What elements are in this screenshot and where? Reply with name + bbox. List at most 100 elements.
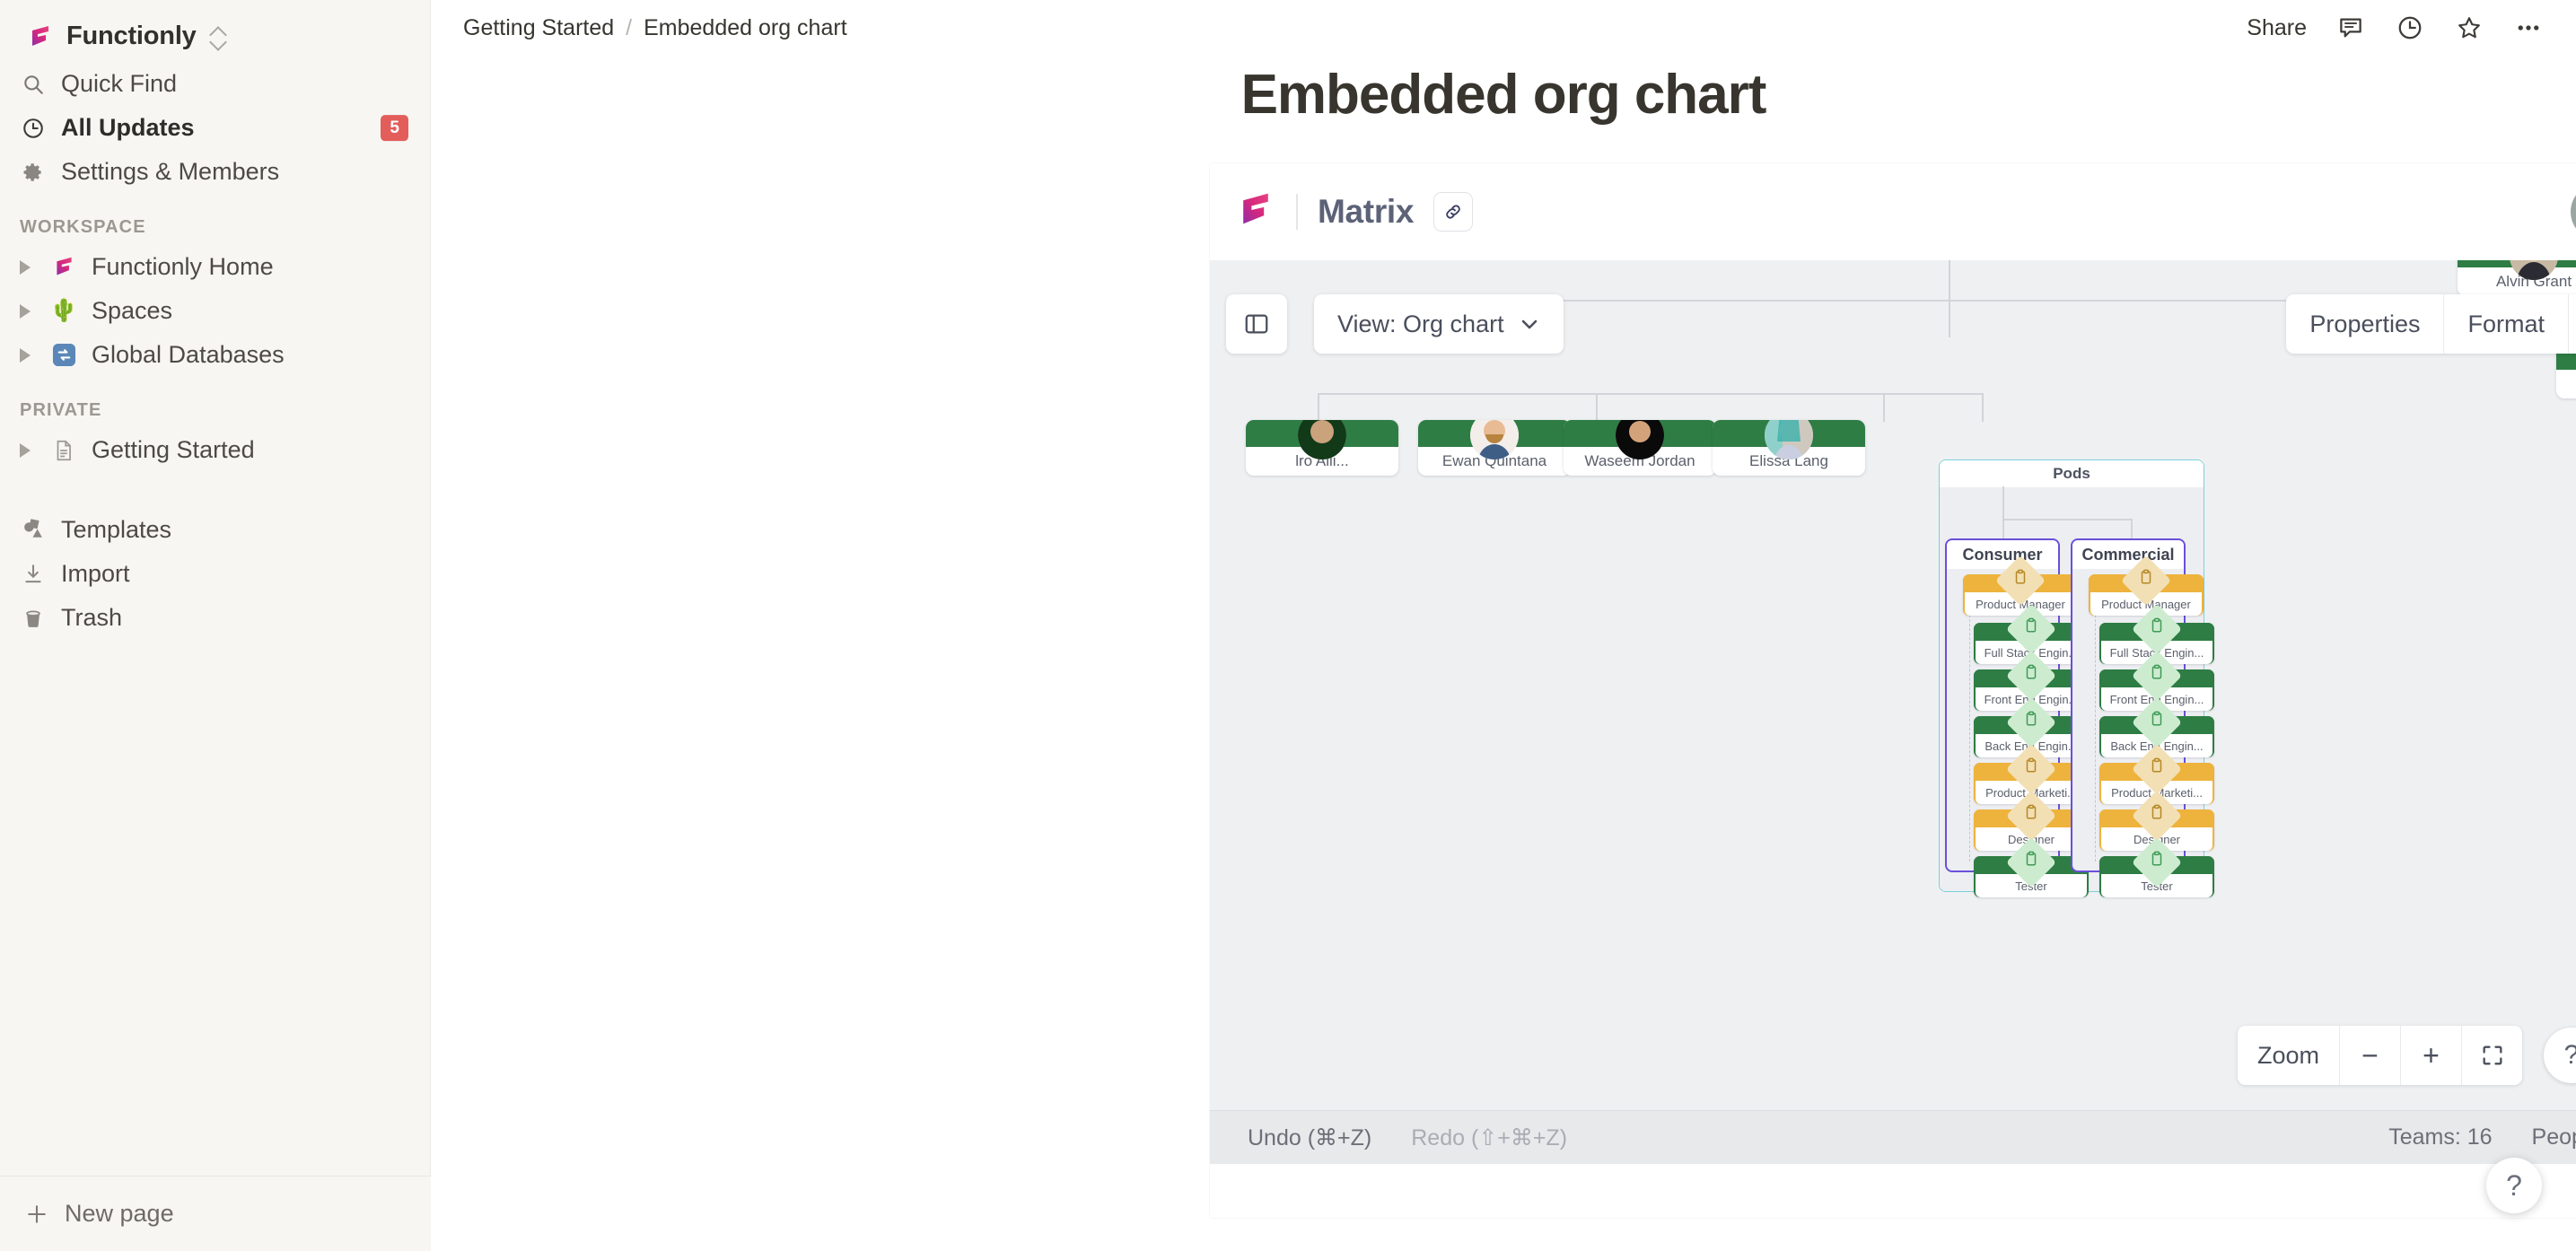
canvas-status-bar: Undo (⌘+Z) Redo (⇧+⌘+Z) Teams: 16 People… <box>1210 1110 2576 1164</box>
sidebar-item-trash[interactable]: Trash <box>9 596 421 640</box>
sidebar-item-functionly-home[interactable]: Functionly Home <box>9 245 421 289</box>
connector-dashed <box>2095 610 2096 862</box>
zoom-label: Zoom <box>2237 1026 2339 1085</box>
cactus-icon: 🌵 <box>49 298 78 323</box>
org-node-person[interactable]: Elissa Lang <box>1713 420 1865 476</box>
breadcrumb-item-embedded-org-chart[interactable]: Embedded org chart <box>644 15 847 41</box>
sidebar-workspace-group: Functionly Home 🌵 Spaces Global Database… <box>0 245 430 377</box>
top-bar: Getting Started / Embedded org chart Sha… <box>431 0 2576 56</box>
clipboard-icon <box>2023 664 2039 685</box>
breadcrumb-item-getting-started[interactable]: Getting Started <box>463 15 614 41</box>
more-horizontal-icon[interactable] <box>2513 13 2544 43</box>
redo-button[interactable]: Redo (⇧+⌘+Z) <box>1411 1124 1567 1151</box>
sidebar-section-private: PRIVATE <box>20 400 102 420</box>
workspace-switcher[interactable]: Functionly <box>20 16 410 57</box>
functionly-logo-icon <box>50 254 77 281</box>
functionly-logo-icon <box>27 23 54 50</box>
sidebar-item-settings-members[interactable]: Settings & Members <box>9 150 421 194</box>
org-node-person[interactable]: Alvin Grant <box>2458 260 2576 296</box>
sidebar-item-label: Trash <box>61 604 123 631</box>
zoom-controls: Zoom − + ? <box>2237 1026 2576 1085</box>
breadcrumb-separator: / <box>626 14 633 40</box>
document-icon <box>50 437 77 464</box>
connector <box>2002 519 2004 538</box>
expand-triangle-icon[interactable] <box>20 347 32 363</box>
role-node[interactable]: Tester <box>2099 836 2214 897</box>
connector <box>1949 300 1950 337</box>
sidebar-item-spaces[interactable]: 🌵 Spaces <box>9 289 421 333</box>
view-selector[interactable]: View: Org chart <box>1314 294 1564 354</box>
chevron-updown-icon[interactable] <box>209 25 227 48</box>
role-node[interactable]: Product Manager <box>2089 555 2204 616</box>
clipboard-icon <box>2023 804 2039 825</box>
chevron-down-icon <box>1521 319 1537 329</box>
filter-button[interactable]: Filter <box>2568 294 2576 354</box>
clipboard-icon <box>2023 757 2039 778</box>
clipboard-icon <box>2149 804 2165 825</box>
sidebar-item-templates[interactable]: Templates <box>9 508 421 552</box>
connector <box>2002 486 2004 519</box>
pods-title: Pods <box>1940 460 2204 487</box>
share-button[interactable]: Share <box>2247 15 2307 41</box>
sidebar-nav: Quick Find All Updates 5 Settings & Memb… <box>0 62 430 194</box>
new-page-label: New page <box>65 1200 174 1227</box>
link-icon[interactable] <box>1433 192 1474 232</box>
sidebar-item-label: Functionly Home <box>92 253 274 280</box>
updates-badge: 5 <box>381 114 408 142</box>
sidebar-item-label: Import <box>61 560 130 587</box>
functionly-logo-icon <box>1235 189 1276 235</box>
fit-screen-icon[interactable] <box>2461 1026 2522 1085</box>
avatar[interactable]: RM <box>2571 183 2576 241</box>
role-node[interactable]: Product Manager <box>1963 555 2078 616</box>
gear-icon <box>20 159 47 186</box>
zoom-in-button[interactable]: + <box>2400 1026 2461 1085</box>
embed-account: RM <box>2571 183 2576 241</box>
trash-icon <box>20 605 47 632</box>
org-node-person[interactable]: Ewan Quintana <box>1418 420 1571 476</box>
connector <box>1883 393 1885 422</box>
sidebar-item-getting-started[interactable]: Getting Started <box>9 428 421 472</box>
history-actions: Undo (⌘+Z) Redo (⇧+⌘+Z) <box>1248 1124 1567 1151</box>
teams-count: Teams: 16 <box>2388 1124 2493 1150</box>
expand-triangle-icon[interactable] <box>20 303 32 319</box>
org-chart-canvas[interactable]: Alvin Grant Kendrick Mci... Miriam Heath… <box>1210 260 2576 1164</box>
search-icon <box>20 71 47 98</box>
sidebar-item-label: Global Databases <box>92 341 285 368</box>
panel-buttons-group: Properties Format Filter <box>2286 294 2576 354</box>
expand-triangle-icon[interactable] <box>20 259 32 275</box>
clock-icon <box>20 115 47 142</box>
connector-dashed <box>1969 610 1970 862</box>
sidebar-item-label: Settings & Members <box>61 158 280 185</box>
sidebar-header: Functionly <box>0 0 430 57</box>
sidebar-item-all-updates[interactable]: All Updates 5 <box>9 106 421 150</box>
connector <box>2002 519 2131 521</box>
connector <box>2131 519 2133 538</box>
star-icon[interactable] <box>2454 13 2484 43</box>
format-button[interactable]: Format <box>2443 294 2568 354</box>
sidebar-item-label: Templates <box>61 516 172 543</box>
zoom-out-button[interactable]: − <box>2339 1026 2400 1085</box>
sidebar-item-label: All Updates <box>61 114 195 141</box>
sidebar-item-global-databases[interactable]: Global Databases <box>9 333 421 377</box>
clipboard-icon <box>2149 711 2165 731</box>
sidebar-item-import[interactable]: Import <box>9 552 421 596</box>
sidebar-panel-icon[interactable] <box>1226 294 1287 354</box>
help-button[interactable]: ? <box>2486 1158 2542 1213</box>
undo-button[interactable]: Undo (⌘+Z) <box>1248 1124 1371 1151</box>
history-clock-icon[interactable] <box>2395 13 2425 43</box>
canvas-help-button[interactable]: ? <box>2544 1028 2576 1083</box>
sidebar-item-quick-find[interactable]: Quick Find <box>9 62 421 106</box>
comment-icon[interactable] <box>2335 13 2366 43</box>
clipboard-icon <box>2138 569 2154 590</box>
expand-triangle-icon[interactable] <box>20 442 32 458</box>
properties-button[interactable]: Properties <box>2286 294 2444 354</box>
view-selector-label: View: Org chart <box>1337 310 1504 337</box>
org-node-person[interactable]: lro Alli... <box>1246 420 1398 476</box>
clipboard-icon <box>2149 617 2165 638</box>
embed-title: Matrix <box>1318 193 1415 230</box>
org-node-person[interactable]: Waseem Jordan <box>1564 420 1716 476</box>
sidebar-item-label: Spaces <box>92 297 173 324</box>
zoom-group: Zoom − + <box>2237 1026 2522 1085</box>
new-page-button[interactable]: New page <box>0 1176 431 1251</box>
connector <box>1982 393 1984 422</box>
